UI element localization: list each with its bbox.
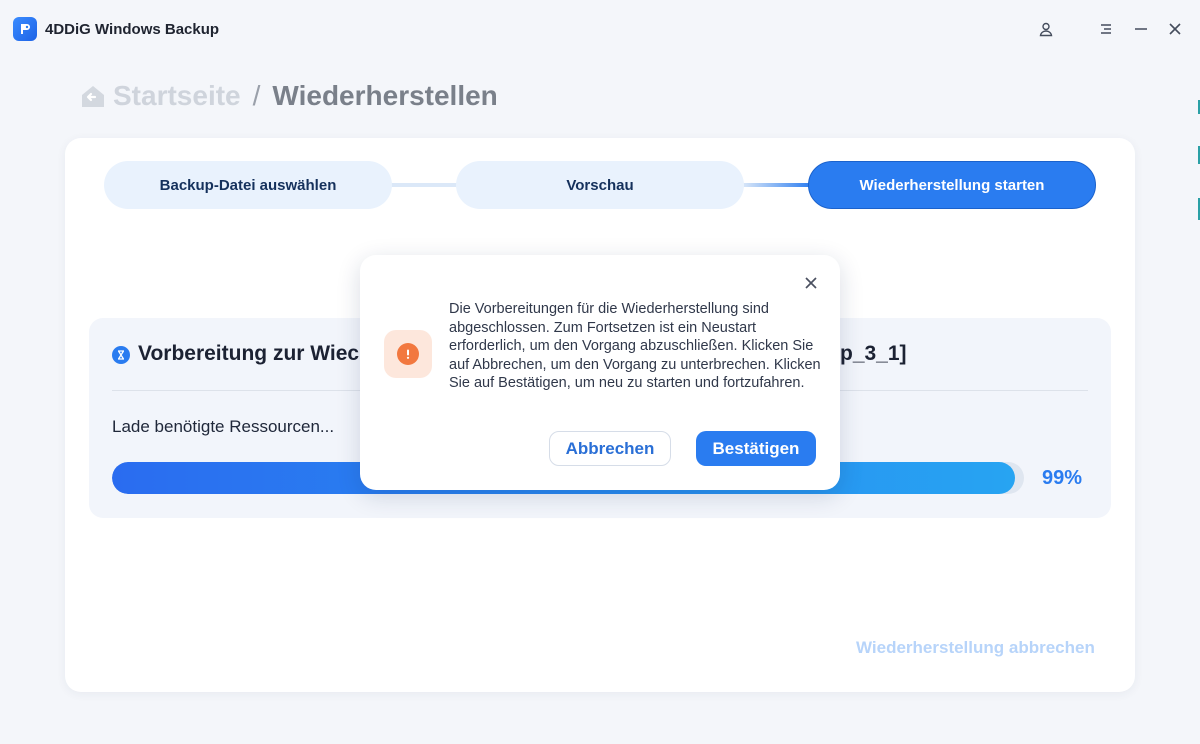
title-bar: 4DDiG Windows Backup [0, 0, 1200, 58]
step-start-restore: Wiederherstellung starten [808, 161, 1096, 209]
loading-status: Lade benötigte Ressourcen... [112, 417, 335, 436]
app-title: 4DDiG Windows Backup [45, 21, 220, 38]
account-icon[interactable] [1033, 16, 1059, 42]
progress-percent: 99% [1042, 467, 1083, 489]
step-connector [742, 183, 812, 187]
window-close-icon[interactable] [1162, 16, 1188, 42]
hourglass-icon [112, 346, 130, 364]
warning-icon-container [384, 330, 432, 378]
step-preview: Vorschau [456, 161, 744, 209]
step-select-backup: Backup-Datei auswählen [104, 161, 392, 209]
breadcrumb-separator: / [252, 80, 261, 111]
step-connector [390, 183, 460, 187]
dialog-message: Die Vorbereitungen für die Wiederherstel… [449, 301, 821, 391]
dialog-close-icon[interactable] [801, 273, 821, 293]
minimize-icon[interactable] [1128, 16, 1154, 42]
progress-title-suffix: p_3_1] [840, 342, 907, 365]
app-logo-icon [13, 17, 37, 41]
cancel-restore-link[interactable]: Wiederherstellung abbrechen [856, 638, 1095, 658]
step-indicator: Backup-Datei auswählen Vorschau Wiederhe… [104, 161, 1096, 209]
warning-icon [397, 343, 419, 365]
home-icon[interactable] [79, 82, 107, 110]
dialog-cancel-button[interactable]: Abbrechen [549, 431, 671, 466]
breadcrumb-home[interactable]: Startseite [113, 80, 241, 112]
menu-icon[interactable] [1093, 16, 1119, 42]
progress-title: Vorbereitung zur Wiec [138, 342, 360, 365]
breadcrumb-current: Wiederherstellen [272, 80, 498, 111]
dialog-confirm-button[interactable]: Bestätigen [696, 431, 816, 466]
breadcrumb: Startseite / Wiederherstellen [79, 78, 498, 114]
